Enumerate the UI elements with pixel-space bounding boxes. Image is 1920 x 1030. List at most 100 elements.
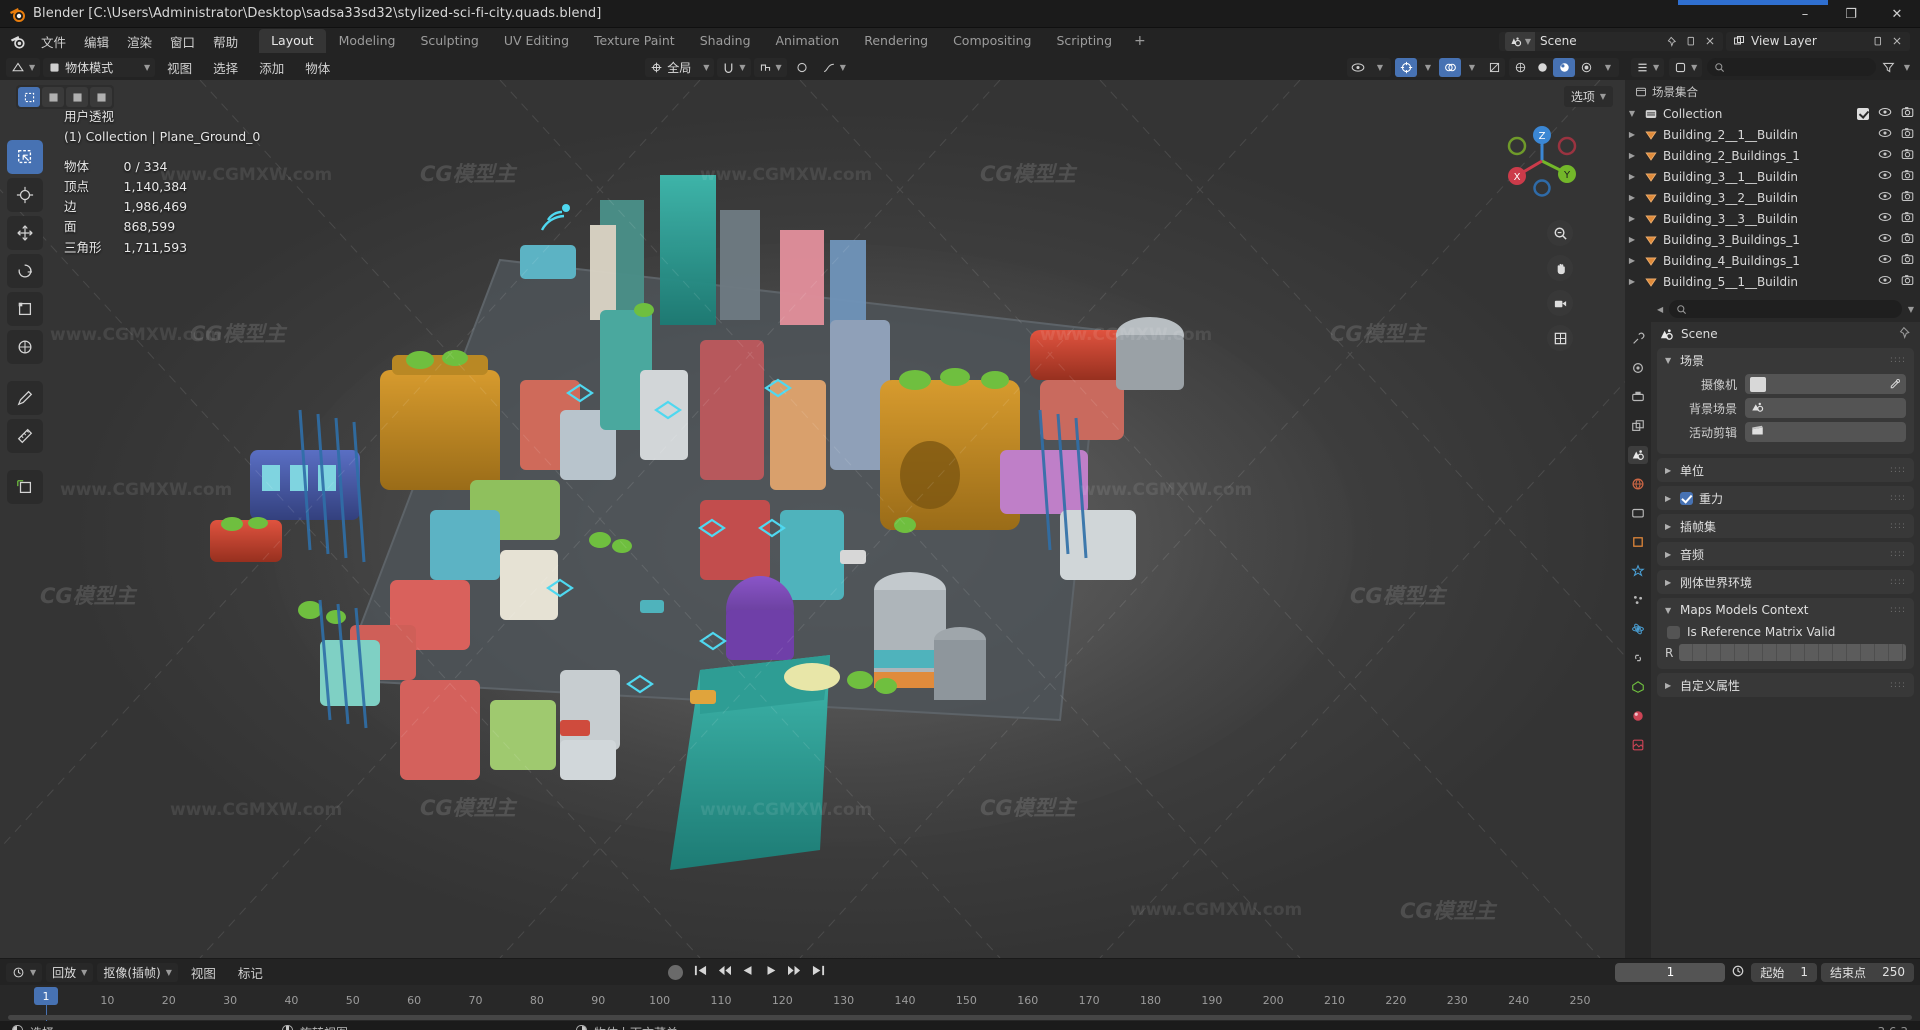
xray-toggle-icon[interactable] — [1483, 58, 1505, 77]
camera-view-icon[interactable] — [1547, 290, 1573, 316]
disclosure-triangle-icon[interactable]: ▶ — [1625, 151, 1639, 160]
start-frame-input[interactable]: 起始 1 — [1751, 962, 1818, 982]
select-lasso-mode-icon[interactable] — [90, 87, 112, 107]
show-object-types-icon[interactable] — [1347, 58, 1369, 77]
close-button[interactable]: ✕ — [1874, 0, 1920, 28]
disclosure-triangle-icon[interactable]: ▼ — [1625, 109, 1639, 118]
mode-selector[interactable]: 物体模式 ▼ — [43, 57, 156, 77]
tab-texture-paint[interactable]: Texture Paint — [582, 29, 687, 53]
navigation-gizmo[interactable]: Z Y X — [1503, 122, 1581, 200]
select-box-mode-icon[interactable] — [18, 87, 40, 107]
outliner-row-object[interactable]: ▶ Building_3__2__Buildin — [1625, 187, 1920, 208]
camera-render-icon[interactable] — [1901, 106, 1914, 121]
camera-render-icon[interactable] — [1901, 127, 1914, 142]
snap-settings[interactable]: ▼ — [753, 57, 787, 77]
minimize-button[interactable]: – — [1782, 0, 1828, 28]
scene-id-icon[interactable]: ▼ — [1504, 31, 1535, 51]
tab-scene-icon[interactable] — [1628, 446, 1648, 464]
menu-edit[interactable]: 编辑 — [75, 29, 118, 54]
tab-view-layer-icon[interactable] — [1628, 417, 1648, 435]
new-scene-icon[interactable] — [1684, 34, 1698, 48]
tab-world-icon[interactable] — [1628, 475, 1648, 493]
play-button[interactable] — [764, 964, 778, 980]
panel-units-header[interactable]: ▶ 单位 :::: — [1657, 458, 1914, 482]
playback-popover-button[interactable]: 回放 ▼ — [46, 962, 94, 982]
pan-hand-icon[interactable] — [1547, 255, 1573, 281]
viewport-options-button[interactable]: 选项 ▼ — [1563, 86, 1613, 107]
tab-shading[interactable]: Shading — [688, 29, 763, 53]
remove-view-layer-icon[interactable] — [1890, 34, 1904, 48]
camera-render-icon[interactable] — [1901, 253, 1914, 268]
chevron-down-icon[interactable]: ▼ — [1417, 58, 1439, 77]
rendered-shading-icon[interactable] — [1575, 58, 1597, 77]
panel-gravity-header[interactable]: ▶ 重力 :::: — [1657, 486, 1914, 510]
tool-move[interactable] — [7, 216, 43, 250]
camera-render-icon[interactable] — [1901, 232, 1914, 247]
pin-icon[interactable] — [1665, 34, 1679, 48]
properties-options-chevron-icon[interactable]: ▼ — [1908, 305, 1914, 314]
viewport-menu-add[interactable]: 添加 — [250, 56, 293, 79]
properties-search-input[interactable] — [1669, 300, 1902, 318]
disclosure-triangle-icon[interactable]: ▶ — [1625, 130, 1639, 139]
outliner-search-input[interactable] — [1707, 58, 1876, 76]
blender-menu-icon[interactable] — [6, 30, 28, 52]
tool-select-box[interactable] — [7, 140, 43, 174]
camera-field[interactable] — [1745, 374, 1906, 394]
eye-icon[interactable] — [1878, 190, 1892, 205]
outliner-editor-type-button[interactable]: ▼ — [1631, 57, 1665, 77]
panel-audio-header[interactable]: ▶ 音频 :::: — [1657, 542, 1914, 566]
snap-toggle[interactable]: ▼ — [717, 57, 751, 77]
matrix-field[interactable] — [1679, 644, 1906, 661]
gizmo-toggle-icon[interactable] — [1395, 57, 1417, 77]
solid-shading-icon[interactable] — [1531, 58, 1553, 77]
current-frame-input[interactable]: 1 — [1615, 962, 1726, 982]
add-workspace-button[interactable]: + — [1125, 30, 1155, 52]
pin-id-icon[interactable] — [1899, 326, 1912, 342]
eye-icon[interactable] — [1878, 169, 1892, 184]
keying-popover-button[interactable]: 抠像(插帧) ▼ — [97, 962, 178, 982]
tab-tool-icon[interactable] — [1628, 330, 1648, 348]
outliner-tree[interactable]: 场景集合 ▼ Collection ▶ Building_2__1__Build… — [1625, 80, 1920, 296]
tab-rendering[interactable]: Rendering — [852, 29, 940, 53]
end-frame-input[interactable]: 结束点 250 — [1821, 962, 1914, 982]
panel-custom-properties-header[interactable]: ▶ 自定义属性 :::: — [1657, 673, 1914, 697]
outliner-row-object[interactable]: ▶ Building_4_Buildings_1 — [1625, 250, 1920, 271]
panel-scene-header[interactable]: ▼ 场景 :::: — [1657, 348, 1914, 372]
gravity-checkbox[interactable] — [1680, 491, 1693, 505]
editor-type-button[interactable]: ▼ — [6, 57, 41, 77]
viewport-menu-view[interactable]: 视图 — [158, 56, 201, 79]
outliner-row-object[interactable]: ▶ Building_3__3__Buildin — [1625, 208, 1920, 229]
use-preview-range-icon[interactable] — [1729, 963, 1747, 982]
disclosure-triangle-icon[interactable]: ▶ — [1625, 193, 1639, 202]
tab-collection-icon[interactable] — [1628, 504, 1648, 522]
jump-to-end-button[interactable] — [811, 964, 826, 980]
tab-texture-icon[interactable] — [1628, 736, 1648, 754]
panel-maps-models-context-header[interactable]: ▼ Maps Models Context :::: — [1657, 598, 1914, 622]
viewport-menu-select[interactable]: 选择 — [204, 56, 247, 79]
disclosure-triangle-icon[interactable]: ▶ — [1625, 235, 1639, 244]
visibility-toggles[interactable]: ▼ — [1347, 57, 1391, 77]
outliner-filter-icon[interactable] — [1881, 60, 1895, 74]
chevron-down-icon[interactable]: ▼ — [1369, 58, 1391, 77]
camera-render-icon[interactable] — [1901, 274, 1914, 289]
eye-icon[interactable] — [1878, 106, 1892, 121]
tab-uv-editing[interactable]: UV Editing — [492, 29, 581, 53]
scene-selector[interactable]: ▼ Scene — [1498, 31, 1723, 51]
eye-icon[interactable] — [1878, 148, 1892, 163]
menu-window[interactable]: 窗口 — [161, 29, 204, 54]
disclosure-triangle-icon[interactable]: ▶ — [1625, 172, 1639, 181]
shading-modes[interactable]: ▼ — [1509, 57, 1619, 77]
view-layer-selector[interactable]: View Layer — [1726, 31, 1910, 51]
eye-icon[interactable] — [1878, 232, 1892, 247]
eye-icon[interactable] — [1878, 253, 1892, 268]
camera-render-icon[interactable] — [1901, 190, 1914, 205]
select-tweak-mode-icon[interactable] — [42, 87, 64, 107]
play-reverse-button[interactable] — [741, 964, 755, 980]
tool-measure[interactable] — [7, 419, 43, 453]
tool-annotate[interactable] — [7, 381, 43, 415]
tab-scripting[interactable]: Scripting — [1044, 29, 1124, 53]
disclosure-triangle-icon[interactable]: ▶ — [1625, 256, 1639, 265]
outliner-row-object[interactable]: ▶ Building_3_Buildings_1 — [1625, 229, 1920, 250]
tab-layout[interactable]: Layout — [259, 29, 326, 53]
orthographic-toggle-icon[interactable] — [1547, 325, 1573, 351]
